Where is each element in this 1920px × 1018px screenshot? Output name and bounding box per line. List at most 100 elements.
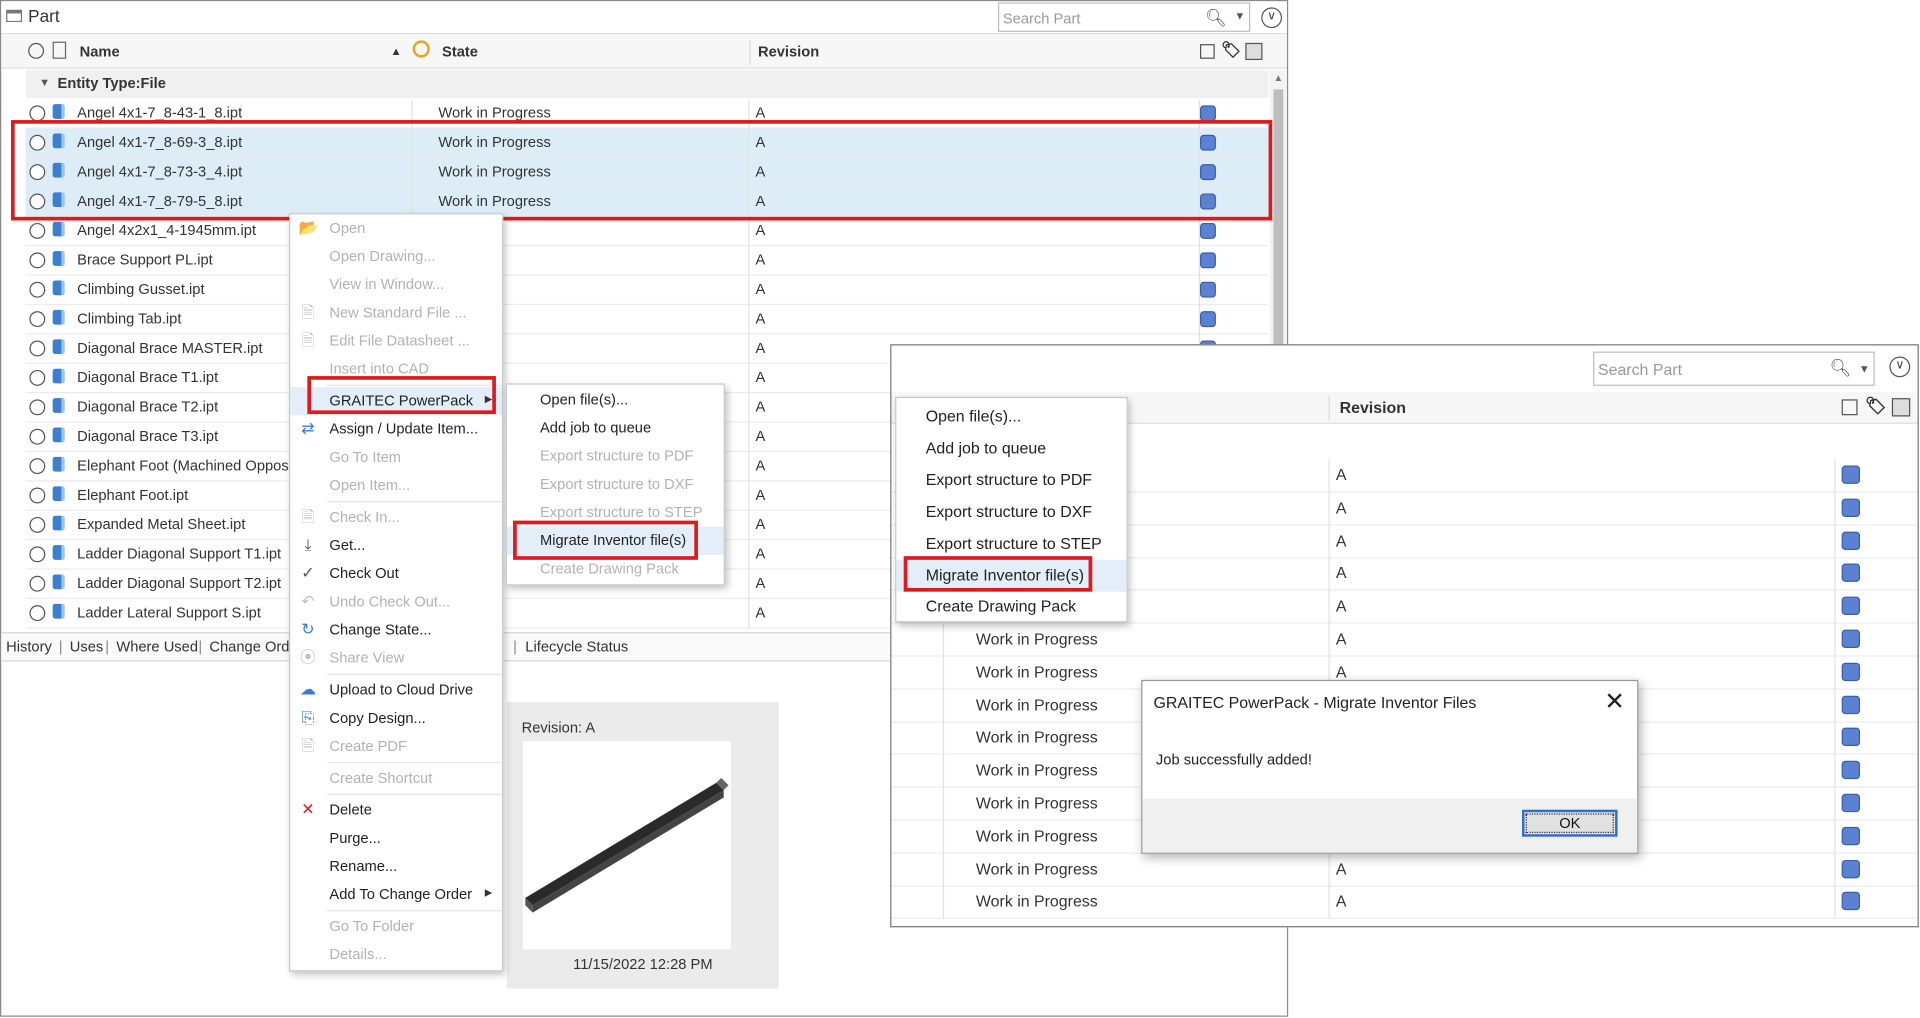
- row-name[interactable]: Expanded Metal Sheet.ipt: [77, 516, 245, 533]
- tab-change-order[interactable]: Change Orde: [209, 638, 297, 655]
- zoom-tag-icon[interactable]: 🏷︎: [1865, 396, 1887, 417]
- menu-item-copy-design[interactable]: ⎘ Copy Design...: [290, 704, 502, 732]
- column-name[interactable]: Name: [80, 43, 120, 60]
- tab-where-used[interactable]: Where Used: [116, 638, 198, 655]
- zoom-table-row[interactable]: Work in Progress A: [891, 623, 1918, 657]
- ok-button[interactable]: OK: [1522, 809, 1618, 837]
- tag-icon[interactable]: 🏷︎: [1221, 40, 1241, 60]
- row-name[interactable]: Ladder Lateral Support S.ipt: [77, 604, 261, 621]
- submenu-item-open-file-s[interactable]: Open file(s)...: [507, 386, 724, 414]
- row-radio[interactable]: [29, 193, 46, 210]
- row-radio[interactable]: [29, 399, 46, 416]
- row-name[interactable]: Diagonal Brace MASTER.ipt: [77, 339, 262, 356]
- zoom-search-box[interactable]: Search Part 🔍︎ ▼: [1593, 351, 1875, 386]
- zoom-menu-item-export-structure-to-pdf[interactable]: Export structure to PDF: [896, 464, 1126, 496]
- row-radio[interactable]: [29, 428, 46, 445]
- menu-item-check-in[interactable]: 🗎 Check In...: [290, 503, 502, 531]
- row-name[interactable]: Angel 4x1-7_8-79-5_8.ipt: [77, 192, 242, 209]
- row-radio[interactable]: [29, 164, 46, 181]
- submenu-item-export-structure-to-step[interactable]: Export structure to STEP: [507, 499, 724, 527]
- table-row[interactable]: Climbing Tab.iptogressA: [25, 305, 1269, 335]
- tab-lifecycle-status[interactable]: Lifecycle Status: [525, 638, 628, 655]
- row-name[interactable]: Diagonal Brace T2.ipt: [77, 398, 218, 415]
- close-icon[interactable]: ✕: [1604, 686, 1625, 717]
- row-name[interactable]: Ladder Diagonal Support T2.ipt: [77, 575, 281, 592]
- row-name[interactable]: Angel 4x1-7_8-69-3_8.ipt: [77, 134, 242, 151]
- menu-item-share-view[interactable]: ⦿ Share View: [290, 644, 502, 672]
- row-radio[interactable]: [29, 311, 46, 328]
- menu-item-graitec-powerpack[interactable]: GRAITEC PowerPack ▶: [290, 387, 503, 416]
- menu-item-view-in-window[interactable]: View in Window...: [290, 271, 502, 299]
- table-row[interactable]: Brace Support PL.iptogressA: [25, 246, 1269, 276]
- menu-item-edit-file-datasheet[interactable]: 🗎 Edit File Datasheet ...: [290, 327, 502, 355]
- menu-item-delete[interactable]: ✕ Delete: [290, 796, 502, 824]
- row-radio[interactable]: [29, 252, 46, 269]
- row-radio[interactable]: [29, 340, 46, 357]
- row-name[interactable]: Brace Support PL.ipt: [77, 251, 213, 268]
- zoom-menu-item-export-structure-to-dxf[interactable]: Export structure to DXF: [896, 496, 1126, 528]
- select-all-radio[interactable]: [28, 42, 45, 59]
- menu-item-get[interactable]: ⤓ Get...: [290, 532, 502, 560]
- row-name[interactable]: Ladder Diagonal Support T1.ipt: [77, 545, 281, 562]
- menu-item-rename[interactable]: Rename...: [290, 853, 502, 881]
- search-icon[interactable]: 🔍︎: [1205, 7, 1227, 28]
- zoom-collapse-icon[interactable]: ∨: [1889, 356, 1911, 378]
- menu-item-insert-into-cad[interactable]: Insert into CAD: [290, 355, 502, 383]
- menu-item-purge[interactable]: Purge...: [290, 824, 502, 852]
- row-name[interactable]: Diagonal Brace T3.ipt: [77, 428, 218, 445]
- submenu-item-migrate-inventor-file-s[interactable]: Migrate Inventor file(s): [506, 526, 724, 555]
- row-radio[interactable]: [29, 516, 46, 533]
- menu-item-change-state[interactable]: ↻ Change State...: [290, 616, 502, 644]
- menu-item-assign-update-item[interactable]: ⇄ Assign / Update Item...: [290, 415, 502, 443]
- menu-item-go-to-item[interactable]: Go To Item: [290, 443, 502, 471]
- menu-item-upload-to-cloud-drive[interactable]: ☁ Upload to Cloud Drive: [290, 676, 502, 704]
- row-radio[interactable]: [29, 281, 46, 298]
- row-name[interactable]: Angel 4x2x1_4-1945mm.ipt: [77, 222, 256, 239]
- zoom-grid-icon[interactable]: [1891, 398, 1911, 417]
- checkbox-column-icon[interactable]: [1200, 44, 1215, 59]
- row-name[interactable]: Diagonal Brace T1.ipt: [77, 369, 218, 386]
- column-state[interactable]: State: [442, 43, 478, 60]
- menu-item-create-shortcut[interactable]: Create Shortcut: [290, 764, 502, 792]
- menu-item-add-to-change-order[interactable]: Add To Change Order ▶: [290, 881, 502, 909]
- menu-item-open[interactable]: 📂 Open: [290, 214, 502, 242]
- table-row[interactable]: Angel 4x1-7_8-69-3_8.ipt Work in Progress…: [25, 128, 1269, 159]
- tab-history[interactable]: History: [6, 638, 52, 655]
- table-row[interactable]: Angel 4x1-7_8-79-5_8.ipt Work in Progress…: [25, 187, 1269, 217]
- zoom-menu-item-export-structure-to-step[interactable]: Export structure to STEP: [896, 527, 1126, 559]
- menu-item-open-drawing[interactable]: Open Drawing...: [290, 243, 502, 271]
- sort-asc-icon[interactable]: ▲: [391, 45, 402, 57]
- zoom-menu-item-add-job-to-queue[interactable]: Add job to queue: [896, 432, 1126, 464]
- row-radio[interactable]: [29, 134, 46, 151]
- scroll-up-icon[interactable]: ▲: [1273, 72, 1283, 83]
- submenu-item-export-structure-to-pdf[interactable]: Export structure to PDF: [507, 442, 724, 470]
- row-radio[interactable]: [29, 105, 46, 122]
- collapse-icon[interactable]: ∨: [1261, 7, 1283, 29]
- zoom-menu-item-migrate-inventor-file-s[interactable]: Migrate Inventor file(s): [896, 559, 1127, 592]
- table-row[interactable]: Climbing Gusset.iptogressA: [25, 275, 1269, 306]
- group-header[interactable]: ▼ Entity Type:File: [25, 69, 1269, 98]
- zoom-column-revision[interactable]: Revision: [1340, 398, 1406, 416]
- zoom-search-icon[interactable]: 🔍︎: [1830, 358, 1852, 379]
- row-radio[interactable]: [29, 369, 46, 386]
- row-radio[interactable]: [29, 546, 46, 563]
- submenu-item-export-structure-to-dxf[interactable]: Export structure to DXF: [507, 470, 724, 498]
- grid-icon[interactable]: [1245, 42, 1263, 61]
- expand-triangle-icon[interactable]: ▼: [39, 76, 50, 88]
- table-row[interactable]: Angel 4x2x1_4-1945mm.iptogressA: [25, 216, 1269, 247]
- menu-item-create-pdf[interactable]: 🗎 Create PDF: [290, 733, 502, 761]
- zoom-table-row[interactable]: Work in Progress A: [891, 853, 1918, 887]
- search-box[interactable]: Search Part 🔍︎ ▼: [997, 2, 1251, 32]
- row-name[interactable]: Elephant Foot (Machined Opposit): [77, 457, 301, 474]
- submenu-item-create-drawing-pack[interactable]: Create Drawing Pack: [507, 555, 724, 583]
- column-revision[interactable]: Revision: [758, 43, 819, 60]
- menu-item-go-to-folder[interactable]: Go To Folder: [290, 913, 502, 941]
- menu-item-open-item[interactable]: Open Item...: [290, 472, 502, 500]
- row-name[interactable]: Climbing Tab.ipt: [77, 310, 181, 327]
- row-radio[interactable]: [29, 575, 46, 592]
- zoom-menu-item-open-file-s[interactable]: Open file(s)...: [896, 401, 1126, 433]
- menu-item-new-standard-file[interactable]: 🗎 New Standard File ...: [290, 299, 502, 327]
- chevron-down-icon[interactable]: ▼: [1234, 10, 1245, 22]
- row-name[interactable]: Elephant Foot.ipt: [77, 486, 188, 503]
- row-name[interactable]: Angel 4x1-7_8-43-1_8.ipt: [77, 104, 242, 121]
